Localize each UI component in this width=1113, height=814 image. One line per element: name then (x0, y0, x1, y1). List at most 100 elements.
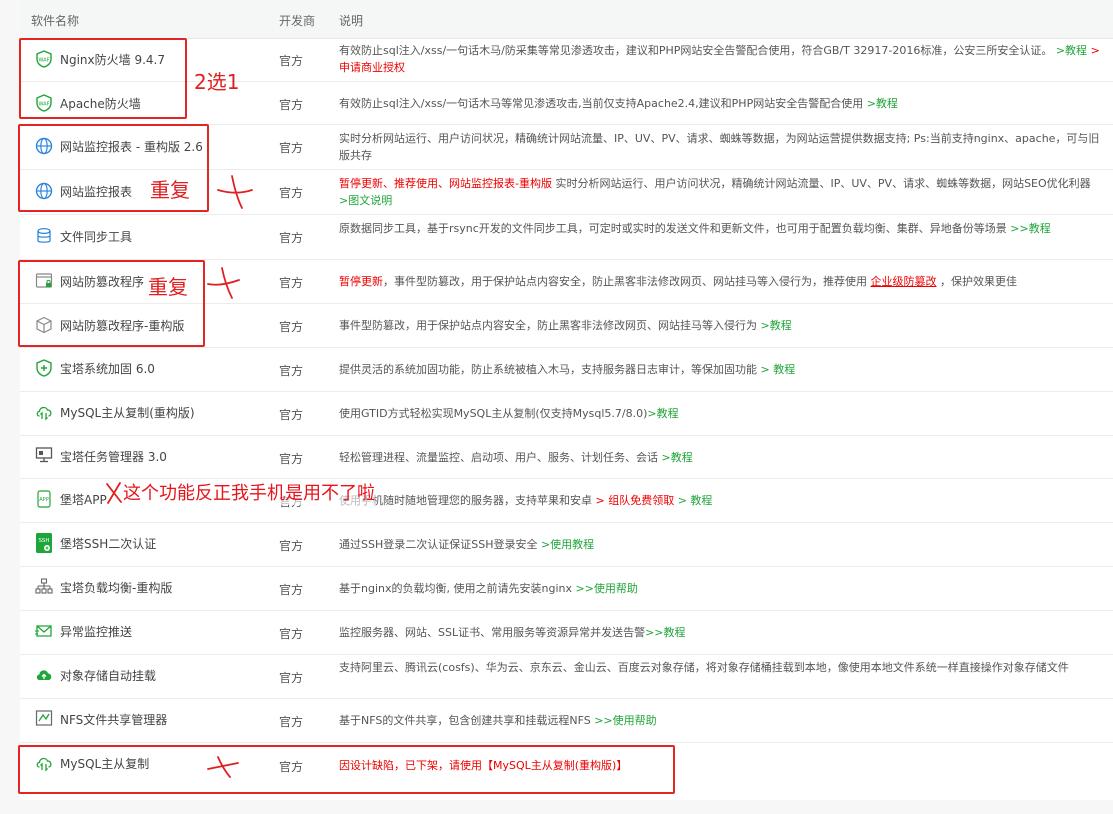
table-row[interactable]: 对象存储自动挂载 官方 支持阿里云、腾讯云(cosfs)、华为云、京东云、金山云… (20, 655, 1113, 699)
table-row[interactable]: 异常监控推送 官方 监控服务器、网站、SSL证书、常用服务等资源异常并发送告警>… (20, 611, 1113, 655)
plugin-description: 实时分析网站运行、用户访问状况，精确统计网站流量、IP、UV、PV、请求、蜘蛛等… (339, 132, 1100, 162)
plugin-description: 暂停更新、推荐使用、网站监控报表-重构版 实时分析网站运行、用户访问状况，精确统… (339, 175, 1101, 209)
description-text: 实时分析网站运行、用户访问状况，精确统计网站流量、IP、UV、PV、请求、蜘蛛等… (551, 177, 1091, 190)
tutorial-link[interactable]: >使用教程 (541, 538, 594, 551)
tutorial-link[interactable]: >>教程 (645, 626, 685, 639)
plugin-name[interactable]: 文件同步工具 (60, 228, 132, 245)
plugin-developer: 官方 (279, 186, 304, 200)
description-text: 基于nginx的负载均衡, 使用之前请先安装nginx (339, 582, 576, 595)
plugin-description: 基于NFS的文件共享，包含创建共享和挂载远程NFS >>使用帮助 (339, 712, 1101, 729)
plugin-developer: 官方 (279, 364, 304, 378)
table-header: 软件名称 开发商 说明 (20, 0, 1113, 39)
table-row[interactable]: MySQL主从复制(重构版) 官方 使用GTID方式轻松实现MySQL主从复制(… (20, 392, 1113, 436)
table-row[interactable]: NFS文件共享管理器 官方 基于NFS的文件共享，包含创建共享和挂载远程NFS … (20, 699, 1113, 743)
plugin-description: 轻松管理进程、流量监控、启动项、用户、服务、计划任务、会话 >教程 (339, 449, 1101, 466)
tutorial-link[interactable]: >教程 (1052, 44, 1090, 57)
description-text: 监控服务器、网站、SSL证书、常用服务等资源异常并发送告警 (339, 626, 646, 639)
enterprise-plugin-link[interactable]: 企业级防篡改 (871, 275, 937, 288)
svg-text:SSH: SSH (38, 538, 49, 544)
nfs-icon (35, 709, 53, 727)
description-text: 事件型防篡改，用于保护站点内容安全，防止黑客非法修改网页、网站挂马等入侵行为 (339, 319, 761, 332)
description-text: 提供灵活的系统加固功能，防止系统被植入木马，支持服务器日志审计，等保加固功能 (339, 363, 761, 376)
plugin-developer: 官方 (279, 98, 304, 112)
cross-mark-icon (106, 482, 122, 504)
plugin-name[interactable]: NFS文件共享管理器 (60, 711, 167, 728)
tutorial-link[interactable]: >教程 (761, 319, 792, 332)
plugin-description: 原数据同步工具，基于rsync开发的文件同步工具，可定时或实时的发送文件和更新文… (339, 220, 1101, 237)
tutorial-link[interactable]: >教程 (647, 407, 678, 420)
plugin-developer: 官方 (279, 627, 304, 641)
table-row[interactable]: 宝塔负载均衡-重构版 官方 基于nginx的负载均衡, 使用之前请先安装ngin… (20, 567, 1113, 611)
plugin-developer: 官方 (279, 539, 304, 553)
svg-text:APP: APP (39, 497, 48, 503)
tutorial-link[interactable]: > 教程 (761, 363, 796, 376)
plugin-developer: 官方 (279, 671, 304, 685)
plugin-name[interactable]: 堡塔SSH二次认证 (60, 535, 156, 552)
alert-push-icon (35, 622, 53, 640)
plugin-description: 事件型防篡改，用于保护站点内容安全，防止黑客非法修改网页、网站挂马等入侵行为 >… (339, 317, 1101, 334)
plugin-description: 暂停更新，事件型防篡改，用于保护站点内容安全，防止黑客非法修改网页、网站挂马等入… (339, 273, 1101, 290)
recommended-plugin-link[interactable]: 网站监控报表-重构版 (449, 177, 552, 190)
guide-link[interactable]: >图文说明 (339, 194, 392, 207)
plugin-description: 基于nginx的负载均衡, 使用之前请先安装nginx >>使用帮助 (339, 580, 1101, 597)
cloud-storage-icon (35, 666, 53, 684)
plugin-developer: 官方 (279, 276, 304, 290)
table-row[interactable]: 宝塔任务管理器 3.0 官方 轻松管理进程、流量监控、启动项、用户、服务、计划任… (20, 436, 1113, 479)
annotation-pick-one: 2选1 (194, 70, 240, 94)
description-text-tail: ，保护效果更佳 (936, 275, 1017, 288)
cross-mark-icon (217, 175, 253, 209)
deprecated-notice: 暂停更新、推荐使用、 (339, 177, 449, 190)
plugin-developer: 官方 (279, 715, 304, 729)
task-manager-icon (35, 446, 53, 464)
annotation-duplicate-1: 重复 (150, 178, 190, 202)
tutorial-link[interactable]: >教程 (867, 97, 898, 110)
header-developer: 开发商 (279, 14, 316, 28)
tutorial-link[interactable]: >教程 (662, 451, 693, 464)
annotation-duplicate-2: 重复 (148, 275, 188, 299)
cloud-sync-icon (35, 403, 53, 421)
plugin-description: 有效防止sql注入/xss/一句话木马等常见渗透攻击,当前仅支持Apache2.… (339, 95, 1101, 112)
plugin-name[interactable]: 宝塔任务管理器 3.0 (60, 448, 167, 465)
plugin-description: 监控服务器、网站、SSL证书、常用服务等资源异常并发送告警>>教程 (339, 624, 1101, 641)
annotation-box-firewalls (19, 38, 187, 119)
ssh-icon: SSH (35, 532, 53, 554)
table-row[interactable]: 文件同步工具 官方 原数据同步工具，基于rsync开发的文件同步工具，可定时或实… (20, 215, 1113, 260)
plugin-name[interactable]: 对象存储自动挂载 (60, 667, 156, 684)
help-link[interactable]: >>使用帮助 (594, 714, 656, 727)
header-description: 说明 (339, 14, 364, 28)
plugin-name[interactable]: 宝塔系统加固 6.0 (60, 360, 155, 377)
annotation-box-mysql-old (18, 745, 675, 794)
plugin-name[interactable]: 异常监控推送 (60, 623, 132, 640)
header-name: 软件名称 (31, 14, 80, 28)
plugin-description: 通过SSH登录二次认证保证SSH登录安全 >使用教程 (339, 536, 1101, 553)
database-icon (35, 227, 53, 245)
plugin-description: 有效防止sql注入/xss/一句话木马/防采集等常见渗透攻击，建议和PHP网站安… (339, 42, 1101, 76)
plugin-description: 使用手机随时随地管理您的服务器，支持苹果和安卓 > 组队免费领取 > 教程 (339, 492, 1101, 509)
help-link[interactable]: >>使用帮助 (575, 582, 637, 595)
table-row[interactable]: SSH 堡塔SSH二次认证 官方 通过SSH登录二次认证保证SSH登录安全 >使… (20, 523, 1113, 567)
annotation-app-note: 这个功能反正我手机是用不了啦 (123, 479, 375, 505)
plugin-name[interactable]: 宝塔负载均衡-重构版 (60, 579, 172, 596)
plugin-developer: 官方 (279, 583, 304, 597)
plugin-table: 软件名称 开发商 说明 WAF Nginx防火墙 9.4.7 官方 有效防止sq… (20, 0, 1113, 800)
tutorial-link[interactable]: > 教程 (674, 494, 713, 507)
plugin-developer: 官方 (279, 231, 304, 245)
plugin-developer: 官方 (279, 320, 304, 334)
plugin-name[interactable]: MySQL主从复制(重构版) (60, 404, 195, 421)
plugin-developer: 官方 (279, 408, 304, 422)
description-text: 通过SSH登录二次认证保证SSH登录安全 (339, 538, 541, 551)
app-icon: APP (35, 490, 53, 508)
shield-plus-icon (35, 359, 53, 377)
plugin-developer: 官方 (279, 54, 304, 68)
table-row[interactable]: 宝塔系统加固 6.0 官方 提供灵活的系统加固功能，防止系统被植入木马，支持服务… (20, 348, 1113, 392)
plugin-developer: 官方 (279, 141, 304, 155)
plugin-developer: 官方 (279, 452, 304, 466)
plugin-name[interactable]: 堡塔APP (60, 491, 107, 508)
cross-mark-icon (207, 267, 240, 299)
description-text: 基于NFS的文件共享，包含创建共享和挂载远程NFS (339, 714, 595, 727)
tutorial-link[interactable]: >>教程 (1010, 222, 1050, 235)
team-free-claim-link[interactable]: > 组队免费领取 (596, 494, 675, 507)
description-text: 原数据同步工具，基于rsync开发的文件同步工具，可定时或实时的发送文件和更新文… (339, 222, 1011, 235)
plugin-description: 支持阿里云、腾讯云(cosfs)、华为云、京东云、金山云、百度云对象存储，将对象… (339, 661, 1069, 674)
plugin-description: 使用GTID方式轻松实现MySQL主从复制(仅支持Mysql5.7/8.0)>教… (339, 405, 1101, 422)
